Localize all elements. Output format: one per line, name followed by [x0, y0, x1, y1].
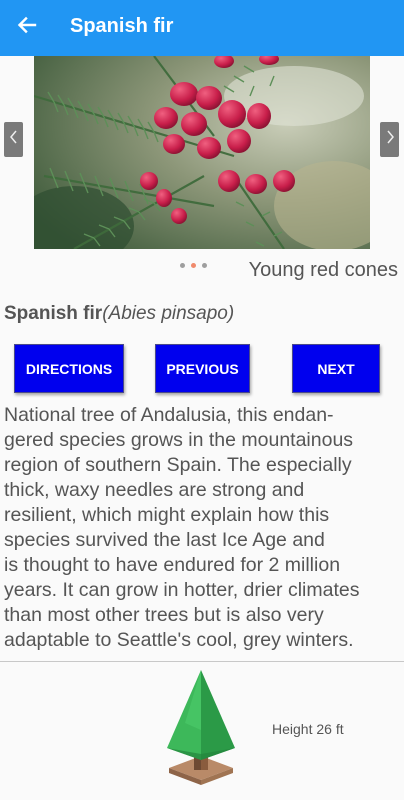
description-line: species survived the last Ice Age and: [4, 529, 325, 551]
gallery-next-button[interactable]: [380, 122, 399, 157]
photo-caption: Young red cones: [248, 259, 398, 281]
common-name: Spanish fir: [4, 303, 103, 324]
description-line: region of southern Spain. The especially: [4, 454, 352, 476]
chevron-left-icon: [9, 130, 19, 149]
description-line: thick, waxy needles are strong and: [4, 479, 305, 501]
description-line: than most other trees but is also very: [4, 604, 324, 626]
tree-icon: [165, 668, 237, 786]
app-bar: Spanish fir: [0, 0, 404, 56]
tree-height: Height 26 ft: [272, 721, 344, 737]
previous-button[interactable]: PREVIOUS: [155, 344, 250, 393]
species-name: Spanish fir(Abies pinsapo): [4, 303, 234, 325]
latin-name: (Abies pinsapo): [102, 303, 235, 324]
description-line: is thought to have endured for 2 million: [4, 554, 341, 576]
gallery-page-indicator[interactable]: [180, 263, 207, 268]
description-line: resilient, which might explain how this: [4, 504, 330, 526]
directions-button[interactable]: DIRECTIONS: [14, 344, 124, 393]
arrow-back-icon: [17, 15, 37, 40]
divider: [0, 661, 404, 662]
description-line: adaptable to Seattle's cool, grey winter…: [4, 629, 354, 651]
description-line: National tree of Andalusia, this endan-: [4, 404, 334, 426]
page-dot-active[interactable]: [191, 263, 196, 268]
page-title: Spanish fir: [70, 15, 174, 37]
species-description: National tree of Andalusia, this endan- …: [4, 403, 398, 653]
gallery-prev-button[interactable]: [4, 122, 23, 157]
next-button[interactable]: NEXT: [292, 344, 380, 393]
chevron-right-icon: [385, 130, 395, 149]
species-photo[interactable]: [34, 56, 370, 249]
description-line: years. It can grow in hotter, drier clim…: [4, 579, 360, 601]
page-dot[interactable]: [202, 263, 207, 268]
back-button[interactable]: [10, 10, 44, 44]
description-line: gered species grows in the mountainous: [4, 429, 354, 451]
page-dot[interactable]: [180, 263, 185, 268]
